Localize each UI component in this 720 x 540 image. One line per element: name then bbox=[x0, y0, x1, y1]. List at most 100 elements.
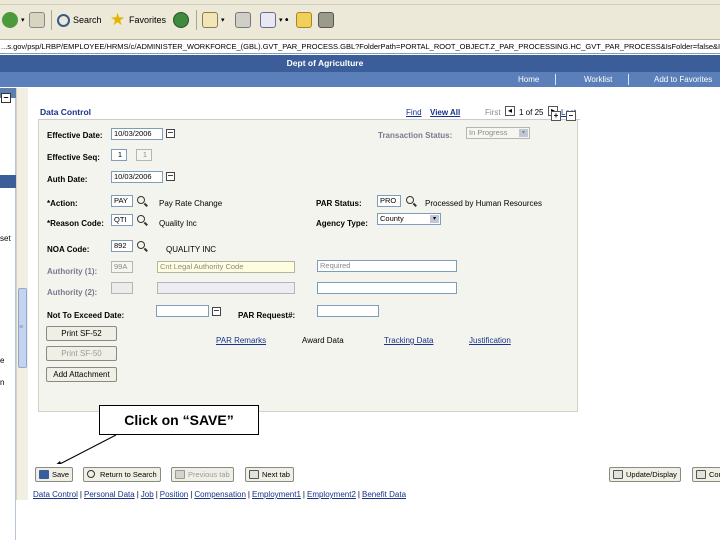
next-tab-icon bbox=[249, 470, 259, 479]
discuss-button[interactable]: • bbox=[285, 9, 289, 31]
nav-worklist[interactable]: Worklist bbox=[584, 75, 612, 84]
left-menu-text: e bbox=[0, 356, 5, 365]
link-employment2[interactable]: Employment2 bbox=[307, 490, 356, 499]
previous-tab-button[interactable]: Previous tab bbox=[171, 467, 234, 482]
authority1-input[interactable]: 99A bbox=[111, 261, 133, 273]
calendar-icon[interactable] bbox=[166, 172, 175, 181]
par-remarks-link[interactable]: PAR Remarks bbox=[216, 336, 266, 345]
action-label: *Action: bbox=[47, 199, 78, 208]
correct-history-icon bbox=[696, 470, 706, 479]
page-tabs-links: Data Control | Personal Data | Job | Position |… bbox=[33, 490, 407, 499]
search-button[interactable]: Search bbox=[57, 9, 102, 31]
print-sf52-button[interactable]: Print SF-52 bbox=[46, 326, 117, 341]
lookup-icon[interactable] bbox=[406, 196, 414, 204]
noa-code-input[interactable]: 892 bbox=[111, 240, 133, 252]
chevron-down-icon: ▾ bbox=[519, 129, 528, 137]
authority1-extra[interactable]: Required bbox=[317, 260, 457, 272]
add-row-button[interactable]: + bbox=[551, 111, 561, 121]
view-all-link[interactable]: View All bbox=[430, 108, 460, 117]
noa-code-label: NOA Code: bbox=[47, 245, 90, 254]
first-link[interactable]: First bbox=[485, 108, 501, 117]
delete-row-button[interactable]: – bbox=[566, 111, 576, 121]
link-benefit-data[interactable]: Benefit Data bbox=[362, 490, 406, 499]
search-icon bbox=[87, 470, 95, 478]
return-to-search-button[interactable]: Return to Search bbox=[83, 467, 161, 482]
home-button[interactable] bbox=[29, 9, 45, 31]
link-personal-data[interactable]: Personal Data bbox=[84, 490, 135, 499]
add-attachment-button[interactable]: Add Attachment bbox=[46, 367, 117, 382]
panel-title: Data Control bbox=[40, 107, 91, 117]
chevron-down-icon: ▾ bbox=[430, 215, 439, 223]
nav-home[interactable]: Home bbox=[518, 75, 539, 84]
nav-separator bbox=[628, 74, 629, 85]
justification-link[interactable]: Justification bbox=[469, 336, 511, 345]
back-button[interactable]: ▾ bbox=[2, 9, 25, 31]
favorites-button[interactable]: ★ Favorites bbox=[110, 9, 166, 31]
update-display-button[interactable]: Update/Display bbox=[609, 467, 681, 482]
calendar-icon[interactable] bbox=[166, 129, 175, 138]
portal-nav: Home Worklist Add to Favorites bbox=[0, 72, 720, 87]
toolbar-separator bbox=[196, 10, 197, 30]
collapse-menu-button[interactable]: – bbox=[1, 93, 11, 103]
portal-title: Dept of Agriculture bbox=[286, 58, 364, 68]
save-button[interactable]: Save bbox=[35, 467, 74, 482]
link-employment1[interactable]: Employment1 bbox=[252, 490, 301, 499]
print-button[interactable] bbox=[235, 9, 251, 31]
par-status-input[interactable]: PRO bbox=[377, 195, 401, 207]
authority1-label: Authority (1): bbox=[47, 267, 98, 276]
research-button[interactable] bbox=[318, 9, 334, 31]
action-description: Pay Rate Change bbox=[159, 199, 223, 208]
mail-button[interactable]: ▾ bbox=[202, 9, 225, 31]
correct-history-button[interactable]: Corr bbox=[692, 467, 720, 482]
link-position[interactable]: Position bbox=[160, 490, 188, 499]
menu-bar bbox=[0, 0, 720, 5]
authority2-label: Authority (2): bbox=[47, 288, 98, 297]
mail-icon bbox=[202, 12, 218, 28]
agency-type-label: Agency Type: bbox=[316, 219, 368, 228]
next-tab-button[interactable]: Next tab bbox=[245, 467, 294, 482]
tracking-data-link[interactable]: Tracking Data bbox=[384, 336, 434, 345]
lookup-icon[interactable] bbox=[137, 196, 145, 204]
update-display-icon bbox=[613, 470, 623, 479]
link-compensation[interactable]: Compensation bbox=[194, 490, 246, 499]
history-icon bbox=[173, 12, 189, 28]
history-button[interactable] bbox=[173, 9, 189, 31]
previous-tab-icon bbox=[175, 470, 185, 479]
action-input[interactable]: PAY bbox=[111, 195, 133, 207]
link-job[interactable]: Job bbox=[141, 490, 154, 499]
address-url: ...s.gov/psp/LRBP/EMPLOYEE/HRMS/c/ADMINI… bbox=[1, 42, 720, 51]
print-sf50-button[interactable]: Print SF-50 bbox=[46, 346, 117, 361]
portal-header: Dept of Agriculture bbox=[0, 55, 720, 72]
authority2-description bbox=[157, 282, 295, 294]
agency-type-select[interactable]: County ▾ bbox=[377, 213, 441, 225]
nte-date-input[interactable] bbox=[156, 305, 209, 317]
link-data-control[interactable]: Data Control bbox=[33, 490, 78, 499]
find-link[interactable]: Find bbox=[406, 108, 422, 117]
award-data-text: Award Data bbox=[302, 336, 344, 345]
address-bar[interactable]: ...s.gov/psp/LRBP/EMPLOYEE/HRMS/c/ADMINI… bbox=[0, 40, 720, 54]
calendar-icon[interactable] bbox=[212, 307, 221, 316]
reason-code-input[interactable]: QTI bbox=[111, 214, 133, 226]
effective-date-input[interactable]: 10/03/2006 bbox=[111, 128, 163, 140]
previous-row-button[interactable]: ◂ bbox=[505, 106, 515, 116]
left-menu-band bbox=[0, 175, 16, 188]
auth-date-input[interactable]: 10/03/2006 bbox=[111, 171, 163, 183]
folder-button[interactable] bbox=[296, 9, 312, 31]
edit-button[interactable]: ▾ bbox=[260, 9, 283, 31]
browser-toolbar: ▾ Search ★ Favorites ▾ ▾ • bbox=[0, 0, 720, 40]
star-icon: ★ bbox=[110, 10, 126, 29]
back-arrow-icon bbox=[2, 12, 18, 28]
nte-date-label: Not To Exceed Date: bbox=[47, 311, 125, 320]
folder-icon bbox=[296, 12, 312, 28]
nav-add-to-favorites[interactable]: Add to Favorites bbox=[654, 75, 712, 84]
lookup-icon[interactable] bbox=[137, 215, 145, 223]
transaction-status-select[interactable]: In Progress ▾ bbox=[466, 127, 530, 139]
lookup-icon[interactable] bbox=[137, 241, 145, 249]
page-toolbar: Save Return to Search Previous tab Next … bbox=[28, 464, 720, 486]
effective-seq-input[interactable]: 1 bbox=[111, 149, 127, 161]
authority2-input[interactable] bbox=[111, 282, 133, 294]
par-request-input[interactable] bbox=[317, 305, 379, 317]
par-request-label: PAR Request#: bbox=[238, 311, 296, 320]
left-frame-scrollbar[interactable]: ≡ bbox=[16, 88, 28, 500]
authority2-extra[interactable] bbox=[317, 282, 457, 294]
